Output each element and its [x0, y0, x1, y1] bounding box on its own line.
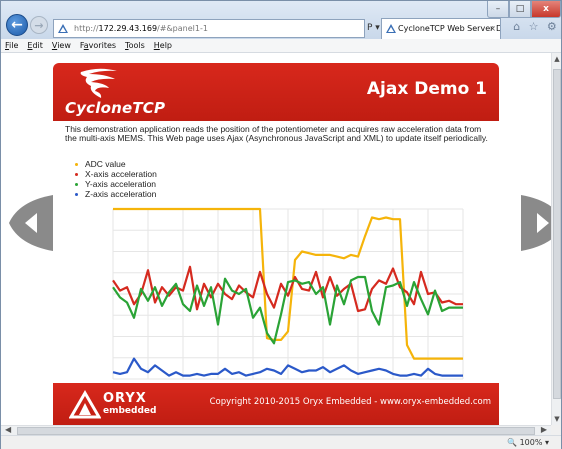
- cyclone-logo-icon: [80, 68, 117, 98]
- scroll-right-icon[interactable]: ▶: [541, 425, 547, 434]
- tab-site-icon: [386, 24, 396, 33]
- scroll-left-icon[interactable]: ◀: [5, 425, 11, 434]
- legend-item: ADC value: [75, 159, 157, 169]
- menu-favorites[interactable]: Favorites: [80, 39, 116, 52]
- vertical-scroll-thumb[interactable]: [553, 69, 561, 399]
- site-icon: [58, 24, 68, 33]
- star-icon[interactable]: ☆: [529, 20, 539, 36]
- legend-label: Y-axis acceleration: [85, 179, 157, 189]
- chart-legend: ADC value X-axis acceleration Y-axis accel…: [75, 159, 157, 199]
- legend-dot: [75, 172, 78, 176]
- gear-icon[interactable]: ⚙: [547, 20, 557, 36]
- scroll-up-icon[interactable]: ▲: [552, 55, 562, 63]
- legend-item: X-axis acceleration: [75, 169, 157, 179]
- arrow-right-icon: →: [34, 18, 44, 32]
- horizontal-scroll-thumb[interactable]: [17, 427, 535, 435]
- maximize-button[interactable]: □: [509, 1, 531, 18]
- legend-label: X-axis acceleration: [85, 169, 157, 179]
- menu-file[interactable]: File: [5, 39, 18, 52]
- menu-bar: File Edit View Favorites Tools Help: [1, 39, 561, 53]
- legend-label: ADC value: [85, 159, 126, 169]
- next-slide-arrow-icon[interactable]: [521, 195, 551, 251]
- acceleration-chart: [112, 207, 464, 380]
- close-window-button[interactable]: x: [531, 1, 561, 18]
- previous-slide-arrow-icon[interactable]: [9, 195, 53, 251]
- menu-view[interactable]: View: [52, 39, 71, 52]
- legend-label: Z-axis acceleration: [85, 189, 157, 199]
- page-header: CycloneTCP Ajax Demo 1: [53, 63, 499, 121]
- window-controls: – □ x: [487, 1, 561, 18]
- vertical-scrollbar[interactable]: ▲ ▼: [551, 53, 561, 425]
- forward-button[interactable]: →: [30, 16, 48, 34]
- legend-item: Y-axis acceleration: [75, 179, 157, 189]
- back-button[interactable]: ←: [6, 14, 28, 36]
- menu-help[interactable]: Help: [154, 39, 172, 52]
- description-text: This demonstration application reads the…: [65, 124, 488, 143]
- scroll-down-icon[interactable]: ▼: [552, 415, 562, 423]
- embedded-brand-text: embedded: [103, 406, 157, 416]
- browser-window: ← → http://172.29.43.169/#&panel1-1 P ▾ …: [0, 0, 562, 449]
- address-bar[interactable]: http://172.29.43.169/#&panel1-1: [53, 19, 365, 38]
- tab-title: CycloneTCP Web Server D...: [398, 24, 501, 33]
- cyclonetcp-logo-text: CycloneTCP: [65, 99, 166, 117]
- menu-tools[interactable]: Tools: [125, 39, 145, 52]
- status-bar: 🔍 100% ▾: [1, 435, 561, 449]
- legend-dot: [75, 192, 78, 196]
- page-title: Ajax Demo 1: [366, 79, 487, 99]
- arrow-left-icon: ←: [11, 17, 23, 33]
- zoom-level: 100%: [519, 438, 543, 447]
- horizontal-scrollbar[interactable]: ◀ ▶: [1, 425, 551, 435]
- url-path: /#&panel1-1: [157, 24, 208, 33]
- home-icon[interactable]: ⌂: [513, 20, 520, 36]
- tab-cyclonetcp[interactable]: CycloneTCP Web Server D... ×: [381, 18, 501, 39]
- page-viewport: CycloneTCP Ajax Demo 1 This demonstratio…: [1, 53, 551, 425]
- oryx-brand-text: ORYX: [103, 391, 147, 406]
- toolbar-icons: ⌂ ☆ ⚙: [509, 20, 561, 36]
- legend-dot: [75, 162, 78, 166]
- oryx-logo-icon: [69, 390, 101, 419]
- tab-close-button[interactable]: ×: [489, 19, 496, 38]
- copyright-text: Copyright 2010-2015 Oryx Embedded - www.…: [209, 397, 491, 407]
- legend-dot: [75, 182, 78, 186]
- zoom-control[interactable]: 🔍 100% ▾: [507, 438, 549, 447]
- url-host: 172.29.43.169: [98, 24, 158, 33]
- zoom-icon: 🔍: [507, 438, 518, 447]
- browser-toolbar: ← → http://172.29.43.169/#&panel1-1 P ▾ …: [1, 1, 561, 39]
- demo-page: CycloneTCP Ajax Demo 1 This demonstratio…: [53, 63, 499, 425]
- menu-edit[interactable]: Edit: [27, 39, 43, 52]
- legend-item: Z-axis acceleration: [75, 189, 157, 199]
- minimize-button[interactable]: –: [487, 1, 509, 18]
- page-footer: ORYX embedded Copyright 2010-2015 Oryx E…: [53, 383, 499, 425]
